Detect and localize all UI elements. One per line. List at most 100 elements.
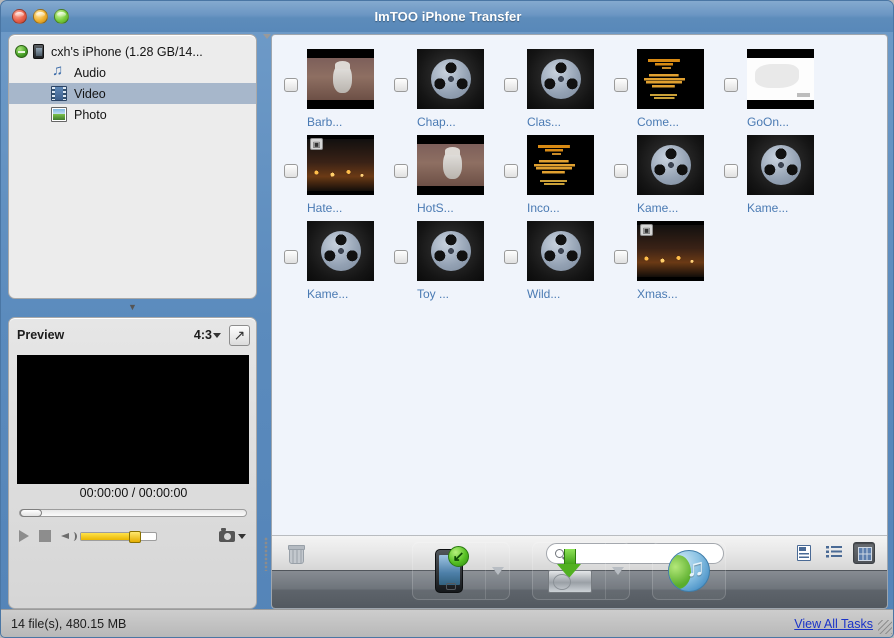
item-body: GoOn... (747, 49, 821, 129)
item-label: Toy ... (417, 287, 450, 301)
media-item[interactable]: Wild... (504, 221, 614, 307)
status-bar: 14 file(s), 480.15 MB View All Tasks (1, 609, 893, 637)
video-badge-icon: ▣ (640, 224, 653, 236)
media-item[interactable]: GoOn... (724, 49, 834, 135)
media-item[interactable]: Clas... (504, 49, 614, 135)
media-item[interactable]: ▣ Xmas... (614, 221, 724, 307)
item-thumbnail[interactable] (417, 49, 484, 109)
sidebar-item-label: Video (74, 86, 106, 101)
item-thumbnail[interactable] (747, 135, 814, 195)
splitter-grip[interactable] (264, 537, 268, 571)
list-icon (826, 546, 842, 560)
item-checkbox[interactable] (504, 164, 518, 178)
item-body: Toy ... (417, 221, 491, 301)
list-view-button[interactable] (823, 542, 845, 564)
export-to-device-button[interactable] (412, 542, 510, 600)
item-label: Clas... (527, 115, 562, 129)
media-item[interactable]: Barb... (284, 49, 394, 135)
preview-video-surface[interactable] (17, 355, 249, 484)
trash-icon[interactable] (288, 544, 305, 564)
media-item[interactable]: Kame... (284, 221, 394, 307)
item-thumbnail[interactable] (527, 221, 594, 281)
detail-view-button[interactable] (793, 542, 815, 564)
seek-slider[interactable] (19, 509, 247, 517)
stop-button[interactable] (39, 530, 51, 542)
device-tree-panel: cxh's iPhone (1.28 GB/14... Audio Video … (8, 34, 257, 299)
panel-splitter[interactable] (262, 34, 271, 609)
item-checkbox[interactable] (614, 164, 628, 178)
volume-slider[interactable] (80, 530, 157, 543)
seek-slider-knob[interactable] (20, 509, 42, 517)
harddrive-with-green-arrow-icon (548, 549, 592, 593)
item-body: Clas... (527, 49, 601, 129)
item-checkbox[interactable] (724, 78, 738, 92)
volume-slider-knob[interactable] (129, 530, 141, 543)
media-item[interactable]: Kame... (614, 135, 724, 221)
item-checkbox[interactable] (394, 78, 408, 92)
item-thumbnail[interactable]: ▣ (637, 221, 704, 281)
tree-item-device[interactable]: cxh's iPhone (1.28 GB/14... (9, 41, 256, 62)
item-checkbox[interactable] (394, 250, 408, 264)
media-item[interactable]: HotS... (394, 135, 504, 221)
item-body: Kame... (747, 135, 821, 215)
item-thumbnail[interactable] (417, 135, 484, 195)
item-checkbox[interactable] (394, 164, 408, 178)
preview-controls (17, 524, 250, 548)
play-button[interactable] (19, 530, 29, 542)
item-checkbox[interactable] (504, 250, 518, 264)
media-item[interactable]: ▣ Hate... (284, 135, 394, 221)
media-item[interactable]: Toy ... (394, 221, 504, 307)
media-item[interactable]: Inco... (504, 135, 614, 221)
resize-grip[interactable] (878, 620, 892, 634)
sidebar-item-photo[interactable]: Photo (9, 104, 256, 125)
volume-fill (81, 532, 134, 540)
media-item[interactable]: Chap... (394, 49, 504, 135)
item-thumbnail[interactable] (307, 221, 374, 281)
item-body: Come... (637, 49, 711, 129)
grid-row: ▣ Hate... HotS... Inco... Kame... Kame..… (284, 135, 877, 221)
iphone-with-green-arrow-icon (435, 546, 469, 593)
eject-icon[interactable] (15, 45, 28, 58)
media-item[interactable]: Kame... (724, 135, 834, 221)
expand-arrow-icon[interactable] (229, 324, 250, 346)
export-to-device-dropdown[interactable] (485, 543, 509, 599)
item-thumbnail[interactable]: ▣ (307, 135, 374, 195)
item-thumbnail[interactable] (747, 49, 814, 109)
item-body: Chap... (417, 49, 491, 129)
grid-view-button[interactable] (853, 542, 875, 564)
export-to-itunes-button[interactable] (652, 542, 726, 600)
preview-panel: Preview 4:3 00:00:00 / 00:00:00 (8, 317, 257, 609)
item-thumbnail[interactable] (527, 135, 594, 195)
item-body: Kame... (307, 221, 381, 301)
export-to-computer-button[interactable] (532, 542, 630, 600)
item-checkbox[interactable] (284, 78, 298, 92)
splitter-collapse-icon[interactable] (263, 34, 271, 39)
item-thumbnail[interactable] (417, 221, 484, 281)
sidebar-item-audio[interactable]: Audio (9, 62, 256, 83)
chevron-down-icon (213, 332, 221, 338)
item-checkbox[interactable] (284, 164, 298, 178)
aspect-ratio-dropdown[interactable]: 4:3 (194, 328, 221, 342)
item-body: Kame... (637, 135, 711, 215)
speaker-icon[interactable] (61, 530, 77, 543)
item-thumbnail[interactable] (307, 49, 374, 109)
view-all-tasks-link[interactable]: View All Tasks (794, 617, 873, 631)
music-note-icon (51, 62, 67, 80)
media-item[interactable]: Come... (614, 49, 724, 135)
view-mode-buttons (793, 542, 875, 564)
itunes-icon (668, 550, 710, 592)
item-checkbox[interactable] (504, 78, 518, 92)
item-thumbnail[interactable] (527, 49, 594, 109)
item-thumbnail[interactable] (637, 49, 704, 109)
item-checkbox[interactable] (614, 250, 628, 264)
item-checkbox[interactable] (284, 250, 298, 264)
item-checkbox[interactable] (614, 78, 628, 92)
sidebar-item-video[interactable]: Video (9, 83, 256, 104)
item-thumbnail[interactable] (637, 135, 704, 195)
item-checkbox[interactable] (724, 164, 738, 178)
export-to-computer-dropdown[interactable] (605, 543, 629, 599)
tree-collapse-handle[interactable]: ▼ (8, 301, 257, 315)
film-strip-icon (51, 86, 67, 101)
camera-snapshot-button[interactable] (219, 528, 246, 542)
item-label: Kame... (747, 201, 789, 215)
